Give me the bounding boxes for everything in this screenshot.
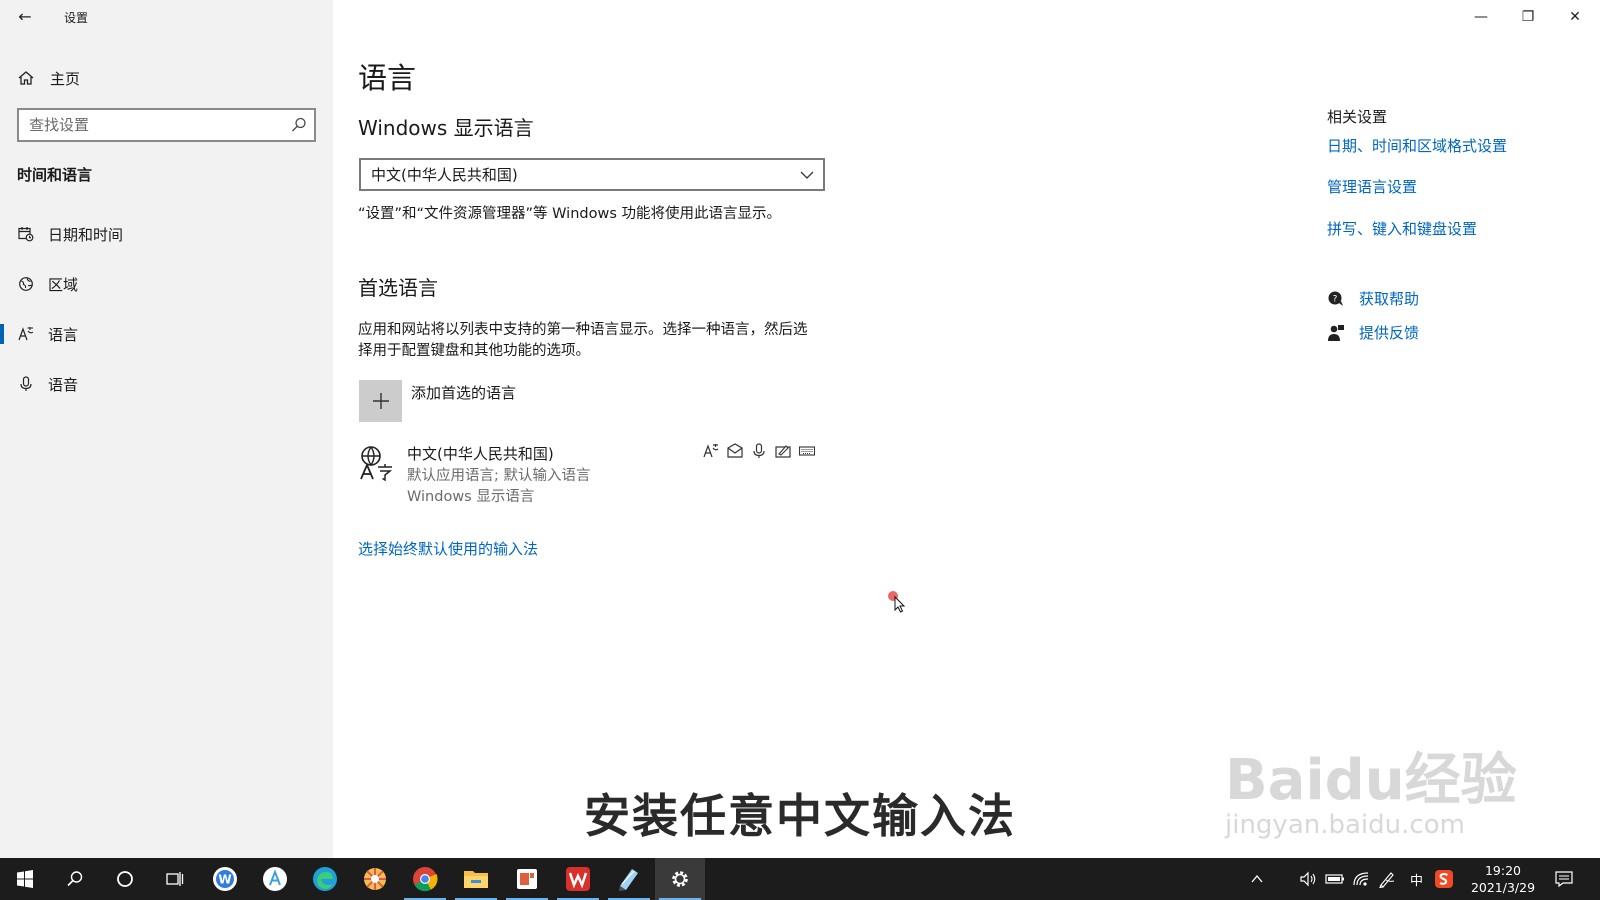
- notepad-icon[interactable]: [604, 858, 654, 900]
- home-link[interactable]: 主页: [18, 66, 80, 90]
- main-content: 语言 Windows 显示语言 中文(中华人民共和国) “设置”和“文件资源管理…: [333, 0, 1600, 858]
- default-input-method-link[interactable]: 选择始终默认使用的输入法: [358, 538, 538, 559]
- clock-date: 2021/3/29: [1470, 880, 1536, 895]
- pen-icon[interactable]: [1378, 858, 1396, 900]
- photos-icon[interactable]: [350, 858, 400, 900]
- language-pack-icon: [703, 444, 719, 458]
- chevron-down-icon: [800, 171, 814, 179]
- language-icon: [18, 327, 34, 341]
- date-time-region-link[interactable]: 日期、时间和区域格式设置: [1327, 135, 1507, 156]
- wifi-icon[interactable]: [1352, 858, 1370, 900]
- handwriting-icon: [775, 445, 791, 458]
- volume-icon[interactable]: [1300, 858, 1318, 900]
- app-w-icon[interactable]: W: [200, 858, 250, 900]
- feedback-row[interactable]: 提供反馈: [1327, 322, 1419, 343]
- get-help-row[interactable]: ? 获取帮助: [1327, 288, 1419, 309]
- cortana-icon[interactable]: [100, 858, 150, 900]
- task-view-icon[interactable]: [150, 858, 200, 900]
- sogou-ime-icon[interactable]: [1434, 858, 1454, 900]
- action-center-icon[interactable]: [1555, 858, 1573, 900]
- taskbar: W 中 19:20 2021/3/29: [0, 858, 1600, 900]
- home-icon: [18, 71, 34, 85]
- preferred-language-description: 应用和网站将以列表中支持的第一种语言显示。选择一种语言，然后选择用于配置键盘和其…: [358, 322, 808, 359]
- chevron-up-icon: [1251, 874, 1263, 883]
- sidebar-item-speech[interactable]: 语音: [0, 364, 333, 404]
- feedback-person-icon: [1328, 324, 1344, 341]
- spelling-typing-keyboard-link[interactable]: 拼写、键入和键盘设置: [1327, 218, 1477, 239]
- calendar-clock-icon: [18, 227, 34, 242]
- display-language-heading: Windows 显示语言: [358, 116, 534, 140]
- page-title: 语言: [358, 61, 417, 95]
- back-arrow-icon[interactable]: ←: [14, 6, 36, 28]
- search-icon[interactable]: [290, 116, 308, 134]
- plus-icon: [372, 393, 389, 409]
- microphone-icon: [20, 376, 32, 391]
- mouse-cursor-icon: [888, 590, 908, 618]
- text-to-speech-icon: [727, 443, 743, 458]
- show-hidden-icons[interactable]: [1250, 858, 1264, 900]
- get-help-link[interactable]: 获取帮助: [1359, 288, 1419, 309]
- battery-icon[interactable]: [1325, 858, 1345, 900]
- app-title: 设置: [64, 11, 89, 25]
- language-glyph-icon: [359, 445, 395, 486]
- related-settings-title: 相关设置: [1327, 108, 1388, 126]
- dropdown-value: 中文(中华人民共和国): [371, 166, 518, 184]
- manage-language-link[interactable]: 管理语言设置: [1327, 176, 1417, 197]
- feedback-link[interactable]: 提供反馈: [1359, 322, 1419, 343]
- sidebar-item-date-time[interactable]: 日期和时间: [0, 214, 333, 254]
- edge-icon[interactable]: [300, 858, 350, 900]
- display-language-dropdown[interactable]: 中文(中华人民共和国): [359, 158, 825, 191]
- taskbar-clock[interactable]: 19:20 2021/3/29: [1468, 862, 1538, 896]
- speech-icon: [753, 443, 765, 458]
- sidebar-item-label: 日期和时间: [48, 225, 124, 244]
- keyboard-icon: [799, 446, 815, 456]
- add-language-label[interactable]: 添加首选的语言: [411, 382, 516, 403]
- language-detail-1: 默认应用语言; 默认输入语言: [407, 468, 591, 484]
- sidebar-item-label: 语言: [48, 325, 79, 344]
- app-red-icon[interactable]: [502, 858, 552, 900]
- svg-text:?: ?: [1333, 294, 1338, 304]
- watermark-logo: Baidu经验 jingyan.baidu.com: [1225, 735, 1525, 840]
- section-title: 时间和语言: [17, 166, 93, 184]
- language-name[interactable]: 中文(中华人民共和国): [407, 443, 554, 464]
- file-explorer-icon[interactable]: [451, 858, 501, 900]
- sidebar-item-language[interactable]: 语言: [0, 314, 333, 354]
- sidebar-item-label: 语音: [48, 375, 79, 394]
- settings-icon[interactable]: [655, 858, 705, 900]
- preferred-language-heading: 首选语言: [358, 276, 438, 300]
- display-language-note: “设置”和“文件资源管理器”等 Windows 功能将使用此语言显示。: [358, 206, 781, 222]
- sidebar-item-label: 区域: [48, 275, 79, 294]
- app-a-icon[interactable]: [250, 858, 300, 900]
- start-icon[interactable]: [0, 858, 50, 900]
- svg-text:W: W: [218, 873, 231, 887]
- sidebar-item-region[interactable]: 区域: [0, 264, 333, 304]
- globe-region-icon: [19, 277, 33, 291]
- watermark-main: Baidu经验: [1225, 748, 1517, 813]
- chrome-icon[interactable]: [400, 858, 450, 900]
- search-icon[interactable]: [50, 858, 100, 900]
- home-label: 主页: [50, 69, 81, 88]
- search-box[interactable]: [17, 108, 316, 142]
- search-input[interactable]: [19, 110, 269, 140]
- ime-indicator[interactable]: 中: [1410, 858, 1423, 900]
- help-chat-icon: ?: [1328, 291, 1343, 306]
- wps-icon[interactable]: [553, 858, 603, 900]
- add-language-button[interactable]: [359, 380, 402, 422]
- clock-time: 19:20: [1484, 863, 1522, 878]
- language-detail-2: Windows 显示语言: [407, 489, 535, 505]
